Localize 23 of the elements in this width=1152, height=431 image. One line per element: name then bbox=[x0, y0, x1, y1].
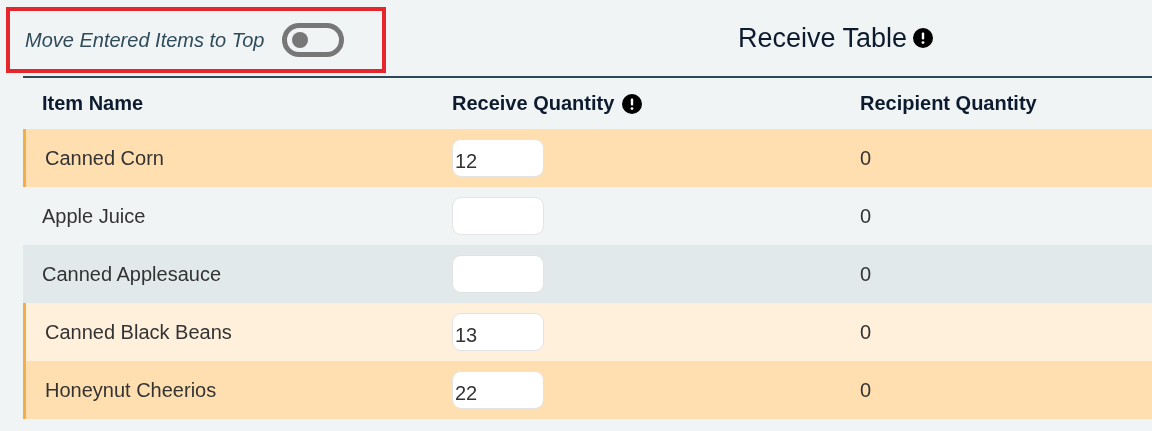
item-name: Canned Black Beans bbox=[45, 320, 232, 343]
column-header: Recipient Quantity bbox=[860, 92, 1037, 115]
column-header: Item Name bbox=[42, 92, 144, 115]
info-icon[interactable] bbox=[913, 28, 934, 48]
recipient-quantity: 0 bbox=[860, 146, 872, 169]
info-icon[interactable] bbox=[622, 93, 643, 114]
recipient-quantity: 0 bbox=[860, 320, 872, 343]
item-name: Apple Juice bbox=[42, 204, 146, 227]
item-name: Canned Applesauce bbox=[42, 262, 222, 285]
quantity-input[interactable]: 12 bbox=[452, 139, 544, 177]
toggle-label: Move Entered Items to Top bbox=[25, 28, 265, 52]
table-title: Receive Table bbox=[738, 22, 908, 54]
recipient-quantity: 0 bbox=[860, 378, 872, 401]
quantity-input[interactable] bbox=[452, 255, 544, 293]
column-header: Receive Quantity bbox=[452, 92, 615, 115]
item-name: Honeynut Cheerios bbox=[45, 378, 217, 401]
quantity-input[interactable]: 13 bbox=[452, 313, 544, 351]
recipient-quantity: 0 bbox=[860, 262, 872, 285]
item-name: Canned Corn bbox=[45, 146, 164, 169]
toggle-switch[interactable] bbox=[282, 23, 345, 57]
recipient-quantity: 0 bbox=[860, 204, 872, 227]
quantity-input[interactable] bbox=[452, 197, 544, 235]
quantity-input[interactable]: 22 bbox=[452, 371, 544, 409]
